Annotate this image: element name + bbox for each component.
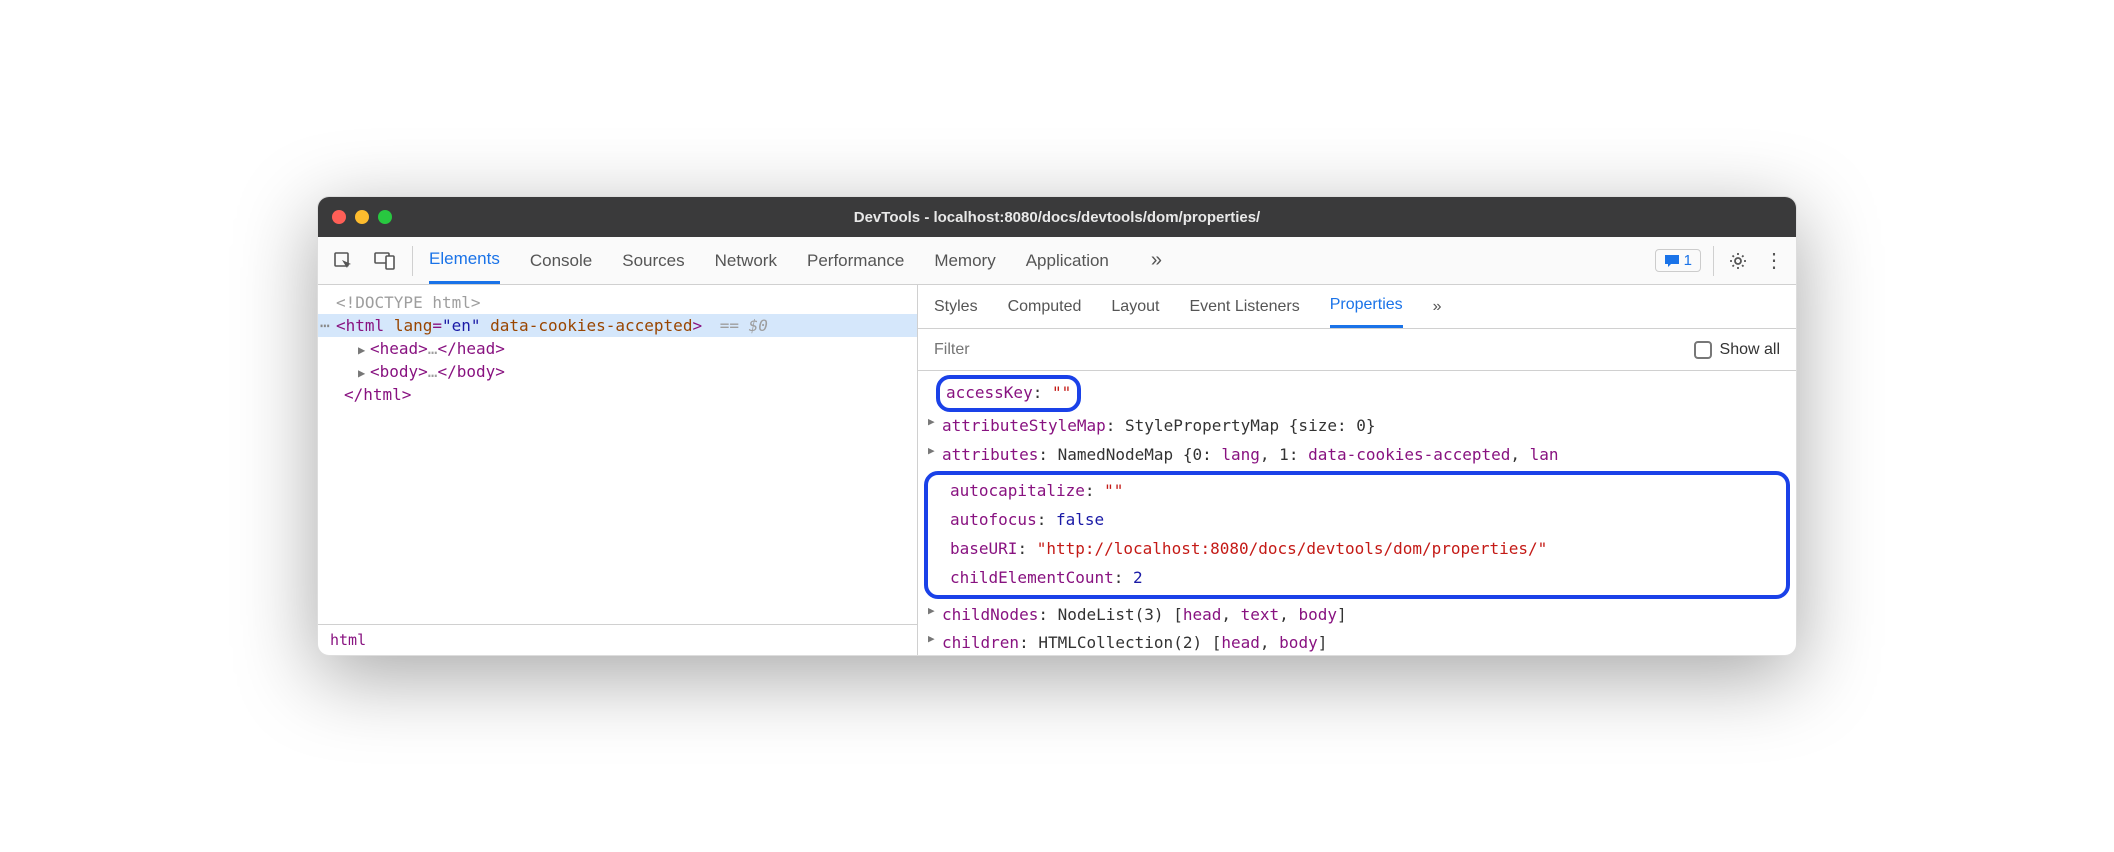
prop-children[interactable]: ▶ children: HTMLCollection(2) [head, bod… bbox=[928, 629, 1786, 655]
subtabs-overflow-icon[interactable]: » bbox=[1433, 298, 1442, 316]
filter-input[interactable] bbox=[934, 341, 1694, 359]
issues-count: 1 bbox=[1684, 252, 1692, 269]
tab-elements[interactable]: Elements bbox=[429, 237, 500, 284]
filter-bar: Show all bbox=[918, 329, 1796, 371]
device-toggle-icon[interactable] bbox=[364, 237, 406, 285]
dom-html-close[interactable]: </html> bbox=[318, 383, 917, 406]
dom-html-element[interactable]: <html lang="en" data-cookies-accepted> =… bbox=[318, 314, 917, 337]
window-title: DevTools - localhost:8080/docs/devtools/… bbox=[318, 209, 1796, 226]
show-all-label: Show all bbox=[1720, 341, 1780, 359]
tab-memory[interactable]: Memory bbox=[934, 237, 995, 284]
show-all-checkbox[interactable] bbox=[1694, 341, 1712, 359]
panel-tabs: Elements Console Sources Network Perform… bbox=[419, 237, 1174, 284]
subtab-event-listeners[interactable]: Event Listeners bbox=[1189, 285, 1299, 328]
dom-panel: <!DOCTYPE html> <html lang="en" data-coo… bbox=[318, 285, 918, 655]
subtab-layout[interactable]: Layout bbox=[1111, 285, 1159, 328]
inspect-icon[interactable] bbox=[322, 237, 364, 285]
separator bbox=[1713, 246, 1714, 276]
content-area: <!DOCTYPE html> <html lang="en" data-coo… bbox=[318, 285, 1796, 655]
main-toolbar: Elements Console Sources Network Perform… bbox=[318, 237, 1796, 285]
sidebar-tabs: Styles Computed Layout Event Listeners P… bbox=[918, 285, 1796, 329]
dom-head-element[interactable]: ▶<head>…</head> bbox=[318, 337, 917, 360]
prop-accesskey[interactable]: accessKey: "" bbox=[928, 375, 1786, 412]
tab-application[interactable]: Application bbox=[1026, 237, 1109, 284]
traffic-lights bbox=[318, 210, 392, 224]
dom-doctype[interactable]: <!DOCTYPE html> bbox=[318, 291, 917, 314]
prop-autocapitalize[interactable]: autocapitalize: "" bbox=[936, 477, 1778, 506]
sidebar-panel: Styles Computed Layout Event Listeners P… bbox=[918, 285, 1796, 655]
prop-attributes[interactable]: ▶ attributes: NamedNodeMap {0: lang, 1: … bbox=[928, 441, 1786, 470]
issues-badge[interactable]: 1 bbox=[1655, 249, 1701, 272]
tab-sources[interactable]: Sources bbox=[622, 237, 684, 284]
prop-autofocus[interactable]: autofocus: false bbox=[936, 506, 1778, 535]
more-menu-icon[interactable]: ⋮ bbox=[1756, 248, 1792, 273]
highlighted-props-block: autocapitalize: "" autofocus: false base… bbox=[924, 471, 1790, 598]
tabs-overflow-icon[interactable]: » bbox=[1139, 249, 1174, 272]
minimize-window-button[interactable] bbox=[355, 210, 369, 224]
prop-attributestylemap[interactable]: ▶ attributeStyleMap: StylePropertyMap {s… bbox=[928, 412, 1786, 441]
breadcrumb[interactable]: html bbox=[318, 624, 917, 655]
prop-childnodes[interactable]: ▶ childNodes: NodeList(3) [head, text, b… bbox=[928, 601, 1786, 630]
close-window-button[interactable] bbox=[332, 210, 346, 224]
dom-body-element[interactable]: ▶<body>…</body> bbox=[318, 360, 917, 383]
separator bbox=[412, 246, 413, 276]
prop-childelementcount[interactable]: childElementCount: 2 bbox=[936, 564, 1778, 593]
maximize-window-button[interactable] bbox=[378, 210, 392, 224]
devtools-window: DevTools - localhost:8080/docs/devtools/… bbox=[317, 196, 1797, 656]
properties-list: accessKey: "" ▶ attributeStyleMap: Style… bbox=[918, 371, 1796, 655]
subtab-properties[interactable]: Properties bbox=[1330, 285, 1403, 328]
settings-icon[interactable] bbox=[1720, 251, 1756, 271]
prop-baseuri[interactable]: baseURI: "http://localhost:8080/docs/dev… bbox=[936, 535, 1778, 564]
dom-tree[interactable]: <!DOCTYPE html> <html lang="en" data-coo… bbox=[318, 285, 917, 624]
titlebar: DevTools - localhost:8080/docs/devtools/… bbox=[318, 197, 1796, 237]
tab-performance[interactable]: Performance bbox=[807, 237, 904, 284]
subtab-computed[interactable]: Computed bbox=[1008, 285, 1082, 328]
tab-console[interactable]: Console bbox=[530, 237, 592, 284]
show-all-toggle[interactable]: Show all bbox=[1694, 341, 1780, 359]
subtab-styles[interactable]: Styles bbox=[934, 285, 978, 328]
tab-network[interactable]: Network bbox=[715, 237, 777, 284]
